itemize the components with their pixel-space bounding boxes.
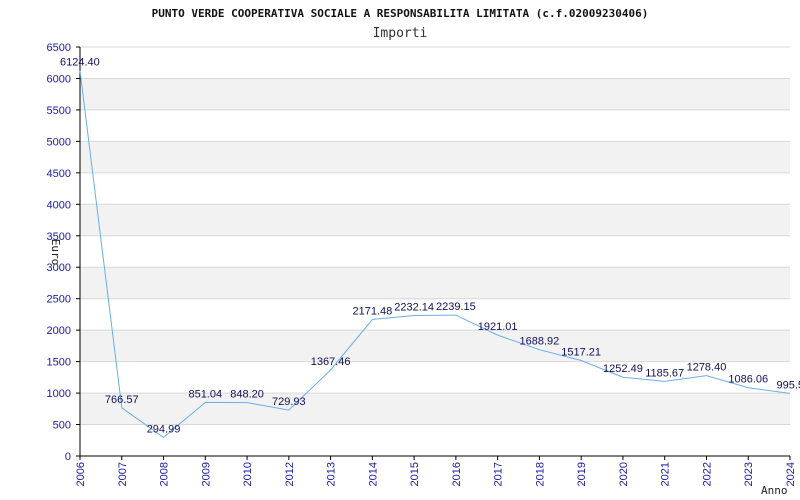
data-label: 729.93 [272, 396, 306, 408]
grid-band [80, 78, 790, 110]
x-tick-label: 2022 [701, 462, 713, 486]
x-tick-label: 2023 [743, 462, 755, 486]
data-label: 1688.92 [520, 336, 560, 348]
data-label: 1086.06 [728, 374, 768, 386]
y-tick-label: 4500 [47, 168, 71, 180]
chart-subtitle: Importi [373, 26, 428, 41]
data-label: 1367.46 [311, 356, 351, 368]
data-label: 294.99 [147, 423, 181, 435]
y-tick-label: 1000 [47, 388, 71, 400]
data-label: 2171.48 [352, 305, 392, 317]
x-tick-label: 2016 [451, 462, 463, 486]
y-tick-label: 1500 [47, 357, 71, 369]
x-tick-label: 2009 [200, 462, 212, 486]
x-tick-label: 2008 [159, 462, 171, 486]
y-tick-label: 5500 [47, 105, 71, 117]
x-tick-label: 2014 [367, 462, 379, 486]
data-label: 1252.49 [603, 363, 643, 375]
x-tick-label: 2017 [493, 462, 505, 486]
x-tick-label: 2019 [576, 462, 588, 486]
x-tick-label: 2010 [242, 462, 254, 486]
x-tick-label: 2007 [117, 462, 129, 486]
grid-band [80, 330, 790, 362]
x-tick-label: 2021 [660, 462, 672, 486]
line-chart: 0500100015002000250030003500400045005000… [47, 7, 800, 497]
y-tick-label: 0 [65, 451, 71, 463]
grid-band [80, 267, 790, 299]
x-tick-labels: 2006 2007 2008 2009 2010 2012 2013 2014 2015 2016… [75, 456, 797, 486]
data-label: 2232.14 [394, 302, 434, 314]
y-tick-label: 5000 [47, 136, 71, 148]
x-tick-label: 2012 [284, 462, 296, 486]
data-labels: 6124.40 766.57 294.99 851.04 848.20 729.93 136… [60, 57, 800, 436]
series-group [79, 70, 791, 439]
y-tick-label: 6500 [47, 42, 71, 54]
data-label: 851.04 [188, 388, 222, 400]
data-label: 848.20 [230, 389, 264, 401]
x-tick-label: 2024 [785, 462, 797, 486]
data-label: 995.5 [776, 379, 800, 391]
x-tick-label: 2015 [409, 462, 421, 486]
grid-band [80, 141, 790, 173]
x-tick-label: 2006 [75, 462, 87, 486]
data-label: 1517.21 [561, 347, 601, 359]
grid-band [80, 204, 790, 236]
data-label: 1278.40 [687, 362, 727, 374]
y-axis-title: Euro [49, 239, 62, 266]
grid-band [80, 393, 790, 425]
data-label: 1185.67 [645, 367, 684, 379]
x-tick-label: 2020 [618, 462, 630, 486]
y-tick-label: 500 [53, 420, 71, 432]
series-line [79, 70, 791, 439]
data-label: 6124.40 [60, 57, 100, 69]
y-tick-label: 6000 [47, 73, 71, 85]
x-tick-label: 2018 [534, 462, 546, 486]
data-label: 1921.01 [478, 321, 518, 333]
y-tick-label: 2500 [47, 294, 71, 306]
y-tick-label: 2000 [47, 325, 71, 337]
chart-title: PUNTO VERDE COOPERATIVA SOCIALE A RESPON… [152, 7, 649, 20]
y-tick-label: 4000 [47, 199, 71, 211]
x-axis-title: Anno [761, 484, 788, 497]
x-tick-label: 2013 [326, 462, 338, 486]
data-label: 766.57 [105, 394, 139, 406]
data-label: 2239.15 [436, 301, 476, 313]
